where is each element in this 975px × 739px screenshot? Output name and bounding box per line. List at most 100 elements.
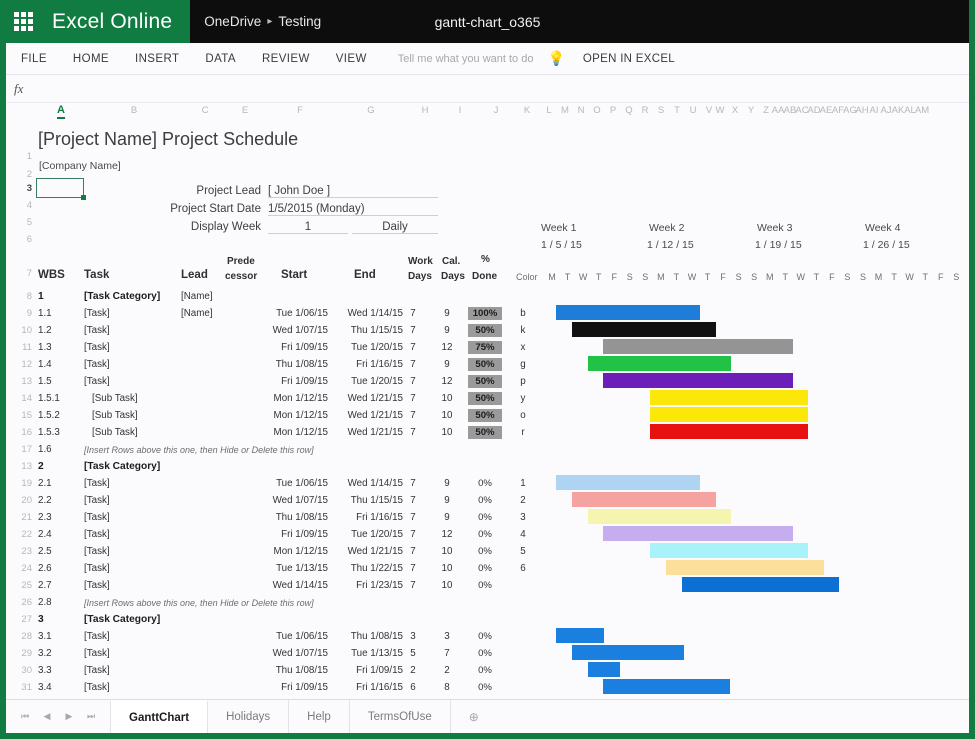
column-header-b[interactable]: B	[131, 105, 137, 116]
column-header-am[interactable]: AM	[915, 105, 929, 116]
gantt-bar-2-7[interactable]	[682, 577, 839, 592]
add-sheet-icon[interactable]: ⊕	[451, 710, 497, 724]
row-header-1[interactable]: 1	[6, 151, 32, 162]
row-header-27[interactable]: 27	[6, 614, 32, 625]
sheet-tab-help[interactable]: Help	[289, 699, 350, 733]
display-week-value[interactable]: 1	[268, 221, 348, 234]
column-header-v[interactable]: V	[706, 105, 712, 116]
column-header-a[interactable]: A	[57, 104, 65, 119]
column-header-ad[interactable]: AD	[807, 105, 820, 116]
nav-last-icon[interactable]: ⏭	[80, 711, 102, 722]
row-header-15[interactable]: 15	[6, 410, 32, 421]
column-header-c[interactable]: C	[202, 105, 209, 116]
gantt-bar-1-5[interactable]	[603, 373, 793, 388]
column-header-z[interactable]: Z	[763, 105, 769, 116]
row-header-25[interactable]: 25	[6, 580, 32, 591]
column-header-aj[interactable]: AJ	[880, 105, 891, 116]
column-header-x[interactable]: X	[732, 105, 738, 116]
gantt-bar-1-5-3[interactable]	[650, 424, 808, 439]
column-header-m[interactable]: M	[561, 105, 569, 116]
gantt-bar-3-4[interactable]	[603, 679, 730, 694]
column-header-t[interactable]: T	[674, 105, 680, 116]
column-header-e[interactable]: E	[242, 105, 248, 116]
row-header-14[interactable]: 14	[6, 393, 32, 404]
ribbon-tab-view[interactable]: VIEW	[323, 47, 380, 71]
app-launcher-button[interactable]	[6, 0, 46, 43]
column-header-i[interactable]: I	[459, 105, 462, 116]
row-header-22[interactable]: 22	[6, 529, 32, 540]
gantt-bar-2-3[interactable]	[588, 509, 731, 524]
gantt-bar-1-2[interactable]	[572, 322, 716, 337]
ribbon-tab-file[interactable]: FILE	[8, 47, 60, 71]
gantt-bar-1-4[interactable]	[588, 356, 731, 371]
nav-first-icon[interactable]: ⏮	[14, 711, 36, 722]
row-header-23[interactable]: 23	[6, 546, 32, 557]
column-header-h[interactable]: H	[422, 105, 429, 116]
column-header-aa[interactable]: AA	[772, 105, 785, 116]
column-header-ai[interactable]: AI	[870, 105, 879, 116]
breadcrumb-root[interactable]: OneDrive	[204, 14, 261, 29]
ribbon-tab-insert[interactable]: INSERT	[122, 47, 192, 71]
row-header-10[interactable]: 10	[6, 325, 32, 336]
column-header-y[interactable]: Y	[748, 105, 754, 116]
row-header-6[interactable]: 6	[6, 234, 32, 245]
gantt-bar-3-1[interactable]	[556, 628, 604, 643]
row-header-11[interactable]: 11	[6, 342, 32, 353]
ribbon-tab-home[interactable]: HOME	[60, 47, 122, 71]
row-header-31[interactable]: 31	[6, 682, 32, 693]
sheet-tab-holidays[interactable]: Holidays	[208, 699, 290, 733]
gantt-bar-3-2[interactable]	[572, 645, 684, 660]
column-header-w[interactable]: W	[716, 105, 725, 116]
column-header-j[interactable]: J	[494, 105, 499, 116]
nav-prev-icon[interactable]: ◀	[36, 711, 58, 722]
row-header-21[interactable]: 21	[6, 512, 32, 523]
project-lead-value[interactable]: [ John Doe ]	[268, 185, 438, 198]
sheet-tab-ganttchart[interactable]: GanttChart	[110, 699, 209, 733]
row-header-4[interactable]: 4	[6, 200, 32, 211]
column-header-ah[interactable]: AH	[855, 105, 868, 116]
column-header-s[interactable]: S	[658, 105, 664, 116]
column-header-k[interactable]: K	[524, 105, 530, 116]
row-header-20[interactable]: 20	[6, 495, 32, 506]
gantt-bar-1-5-2[interactable]	[650, 407, 808, 422]
gantt-bar-1-3[interactable]	[603, 339, 793, 354]
gantt-bar-1-1[interactable]	[556, 305, 700, 320]
formula-bar[interactable]: fx	[6, 75, 969, 103]
ribbon-tab-review[interactable]: REVIEW	[249, 47, 323, 71]
display-week-granularity[interactable]: Daily	[352, 221, 438, 234]
row-header-18[interactable]: 13	[6, 461, 32, 472]
column-header-g[interactable]: G	[367, 105, 374, 116]
row-header-13[interactable]: 13	[6, 376, 32, 387]
column-header-q[interactable]: Q	[625, 105, 632, 116]
nav-next-icon[interactable]: ▶	[58, 711, 80, 722]
column-header-o[interactable]: O	[593, 105, 600, 116]
row-header-24[interactable]: 24	[6, 563, 32, 574]
column-header-l[interactable]: L	[546, 105, 551, 116]
column-header-n[interactable]: N	[578, 105, 585, 116]
column-header-f[interactable]: F	[297, 105, 303, 116]
row-header-2[interactable]: 2	[6, 169, 32, 180]
row-header-29[interactable]: 29	[6, 648, 32, 659]
active-cell-selection[interactable]	[36, 178, 86, 200]
row-header-19[interactable]: 19	[6, 478, 32, 489]
gantt-bar-3-3[interactable]	[588, 662, 620, 677]
row-header-17[interactable]: 17	[6, 444, 32, 455]
breadcrumb-folder[interactable]: Testing	[278, 14, 321, 29]
row-header-26[interactable]: 26	[6, 597, 32, 608]
gantt-bar-2-4[interactable]	[603, 526, 793, 541]
gantt-bar-2-2[interactable]	[572, 492, 716, 507]
ribbon-tab-data[interactable]: DATA	[192, 47, 249, 71]
gantt-bar-2-5[interactable]	[650, 543, 808, 558]
sheet-canvas[interactable]: [Project Name] Project Schedule [Company…	[36, 121, 969, 699]
row-header-8[interactable]: 8	[6, 291, 32, 302]
tell-me-input[interactable]: Tell me what you want to do	[380, 53, 544, 65]
column-header-p[interactable]: P	[610, 105, 616, 116]
open-in-excel-button[interactable]: OPEN IN EXCEL	[583, 53, 675, 65]
column-header-ak[interactable]: AK	[892, 105, 905, 116]
row-header-5[interactable]: 5	[6, 217, 32, 228]
row-header-30[interactable]: 30	[6, 665, 32, 676]
sheet-tab-termsofuse[interactable]: TermsOfUse	[350, 699, 451, 733]
column-header-r[interactable]: R	[642, 105, 649, 116]
row-header-9[interactable]: 9	[6, 308, 32, 319]
column-header-u[interactable]: U	[690, 105, 697, 116]
